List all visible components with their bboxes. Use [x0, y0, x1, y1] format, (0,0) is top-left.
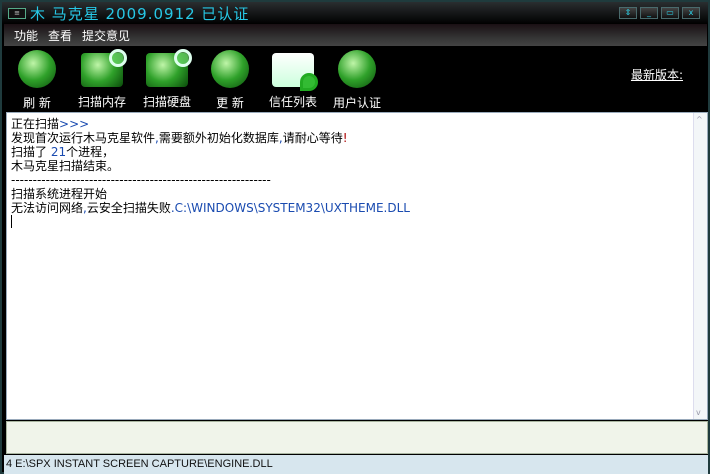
- disk-scan-icon: [146, 49, 192, 87]
- scan-log[interactable]: 正在扫描>>> 发现首次运行木马克星软件,需要额外初始化数据库,请耐心等待! 扫…: [6, 112, 708, 420]
- radar-icon: [18, 50, 56, 88]
- menu-bar: 功能 查看 提交意见: [4, 24, 707, 46]
- menu-view[interactable]: 查看: [48, 27, 72, 44]
- user-auth-icon: [338, 50, 376, 88]
- menu-function[interactable]: 功能: [14, 27, 38, 44]
- menu-feedback[interactable]: 提交意见: [82, 27, 130, 44]
- toolbar: 刷 新 扫描内存 扫描硬盘 更 新 信任列表 用户认证 最新版本:: [2, 46, 708, 112]
- system-menu-button[interactable]: ≡: [8, 7, 26, 19]
- maximize-button[interactable]: ▭: [661, 7, 679, 19]
- trust-list-button[interactable]: 信任列表: [258, 50, 328, 110]
- scan-disk-button[interactable]: 扫描硬盘: [132, 49, 202, 110]
- log-text: 正在扫描>>> 发现首次运行木马克星软件,需要额外初始化数据库,请耐心等待! 扫…: [11, 117, 410, 231]
- scan-memory-button[interactable]: 扫描内存: [67, 49, 137, 110]
- status-bar: 4 E:\SPX INSTANT SCREEN CAPTURE\ENGINE.D…: [4, 455, 708, 474]
- title-bar: ≡ 木 马克星 2009.0912 已认证 ⇕ _ ▭ x: [2, 2, 708, 24]
- update-icon: [211, 50, 249, 88]
- refresh-button[interactable]: 刷 新: [2, 50, 72, 111]
- minimize-button[interactable]: _: [640, 7, 658, 19]
- trust-list-icon: [272, 53, 318, 91]
- window-title: 木 马克星 2009.0912 已认证: [30, 4, 250, 23]
- text-caret: [11, 215, 12, 228]
- scroll-down-icon: v: [696, 408, 701, 417]
- user-auth-button[interactable]: 用户认证: [322, 50, 392, 111]
- scroll-up-icon: ^: [696, 115, 703, 124]
- latest-version-link[interactable]: 最新版本:: [631, 66, 683, 83]
- vertical-scrollbar[interactable]: ^ v: [693, 113, 707, 419]
- details-panel: [6, 421, 708, 454]
- restore-button[interactable]: ⇕: [619, 7, 637, 19]
- close-button[interactable]: x: [682, 7, 700, 19]
- update-button[interactable]: 更 新: [195, 50, 265, 111]
- memory-scan-icon: [81, 49, 127, 87]
- main-window: ≡ 木 马克星 2009.0912 已认证 ⇕ _ ▭ x 功能 查看 提交意见…: [0, 0, 710, 474]
